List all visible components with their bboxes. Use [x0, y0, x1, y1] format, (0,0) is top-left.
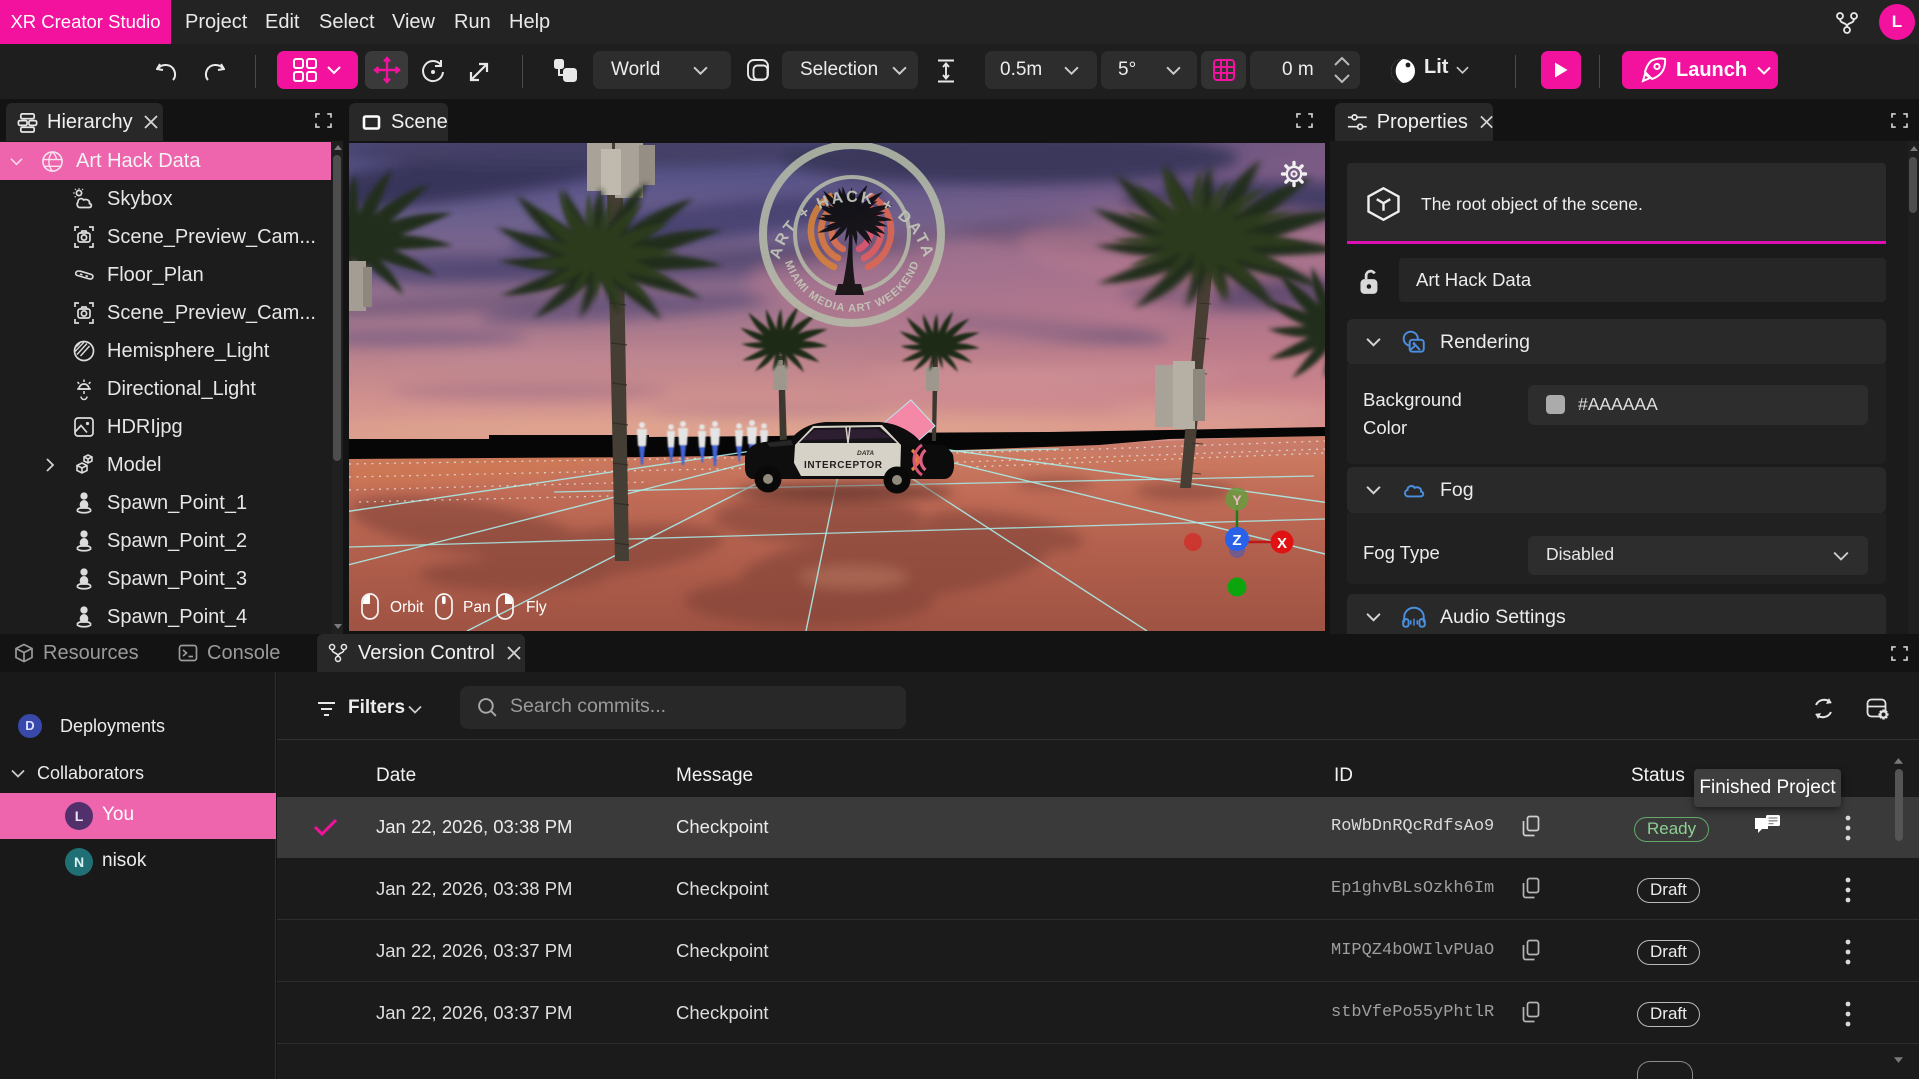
- svg-text:Y: Y: [1232, 492, 1242, 508]
- svg-text:DATA: DATA: [857, 450, 874, 457]
- svg-text:Pan: Pan: [463, 599, 491, 616]
- svg-text:INTERCEPTOR: INTERCEPTOR: [804, 460, 883, 471]
- svg-text:Orbit: Orbit: [390, 599, 424, 616]
- svg-text:Z: Z: [1232, 532, 1241, 549]
- svg-text:X: X: [1277, 535, 1287, 552]
- svg-text:Fly: Fly: [526, 599, 547, 616]
